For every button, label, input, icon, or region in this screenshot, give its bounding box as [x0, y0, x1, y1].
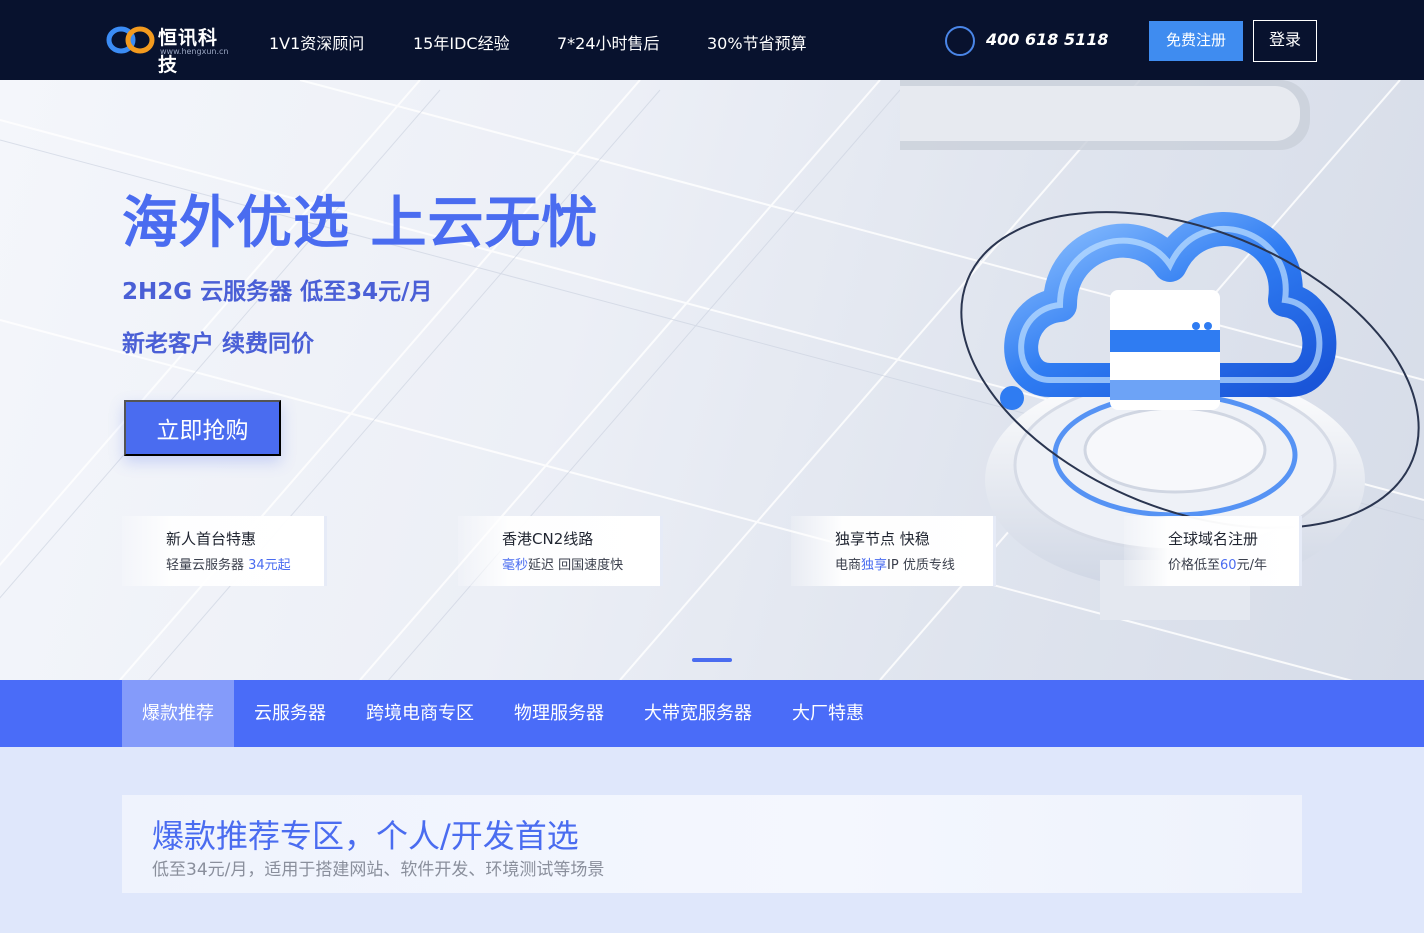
cloud-server-illustration — [900, 80, 1420, 620]
nav-item-budget[interactable]: 30%节省预算 — [707, 30, 807, 54]
tab-cross-border-ecommerce[interactable]: 跨境电商专区 — [356, 680, 484, 747]
register-button[interactable]: 免费注册 — [1149, 21, 1243, 61]
feature-desc: 电商独享IP 优质专线 — [835, 558, 955, 573]
feature-title: 香港CN2线路 — [502, 530, 594, 548]
hero-banner[interactable]: 海外优选 上云无忧 2H2G 云服务器 低至34元/月 新老客户 续费同价 立即… — [0, 80, 1424, 680]
section-title: 爆款推荐专区，个人/开发首选 — [152, 817, 579, 855]
nav-item-support[interactable]: 7*24小时售后 — [557, 30, 660, 54]
buy-now-button[interactable]: 立即抢购 — [124, 400, 281, 456]
feature-card-domain[interactable]: 全球域名注册 价格低至60元/年 — [1124, 516, 1302, 586]
tab-vendor-deals[interactable]: 大厂特惠 — [782, 680, 874, 747]
logo-url: www.hengxun.cn — [160, 47, 229, 56]
tab-physical-server[interactable]: 物理服务器 — [504, 680, 614, 747]
nav-item-consultant[interactable]: 1V1资深顾问 — [269, 30, 364, 54]
feature-title: 全球域名注册 — [1168, 530, 1259, 548]
feature-desc: 价格低至60元/年 — [1168, 558, 1267, 573]
logo-mark-icon — [106, 26, 155, 54]
nav-item-idc-experience[interactable]: 15年IDC经验 — [413, 30, 510, 54]
login-button[interactable]: 登录 — [1253, 20, 1317, 62]
section-header: 爆款推荐专区，个人/开发首选 低至34元/月，适用于搭建网站、软件开发、环境测试… — [122, 795, 1302, 893]
phone-icon — [945, 26, 975, 56]
tab-hot-picks[interactable]: 爆款推荐 — [122, 680, 234, 747]
hero-subtitle-price: 2H2G 云服务器 低至34元/月 — [122, 279, 433, 305]
carousel-indicator[interactable] — [692, 658, 732, 662]
feature-title: 新人首台特惠 — [166, 530, 257, 548]
product-tabs: 爆款推荐 云服务器 跨境电商专区 物理服务器 大带宽服务器 大厂特惠 — [0, 680, 1424, 747]
feature-desc: 轻量云服务器 34元起 — [166, 558, 291, 573]
feature-card-cn2[interactable]: 香港CN2线路 毫秒延迟 回国速度快 — [458, 516, 663, 586]
logo[interactable]: 恒讯科技 www.hengxun.cn — [106, 21, 230, 76]
hero-subtitle-renewal: 新老客户 续费同价 — [122, 331, 315, 357]
feature-card-new-user[interactable]: 新人首台特惠 轻量云服务器 34元起 — [122, 516, 327, 586]
feature-desc: 毫秒延迟 回国速度快 — [502, 558, 624, 573]
tab-cloud-server[interactable]: 云服务器 — [244, 680, 336, 747]
section-subtitle: 低至34元/月，适用于搭建网站、软件开发、环境测试等场景 — [152, 860, 605, 880]
hero-title: 海外优选 上云无忧 — [122, 191, 599, 256]
feature-card-dedicated-node[interactable]: 独享节点 快稳 电商独享IP 优质专线 — [791, 516, 996, 586]
tab-high-bandwidth-server[interactable]: 大带宽服务器 — [634, 680, 762, 747]
phone-number[interactable]: 400 618 5118 — [986, 30, 1108, 49]
feature-title: 独享节点 快稳 — [835, 530, 930, 548]
top-header: 恒讯科技 www.hengxun.cn 1V1资深顾问 15年IDC经验 7*2… — [0, 0, 1424, 80]
